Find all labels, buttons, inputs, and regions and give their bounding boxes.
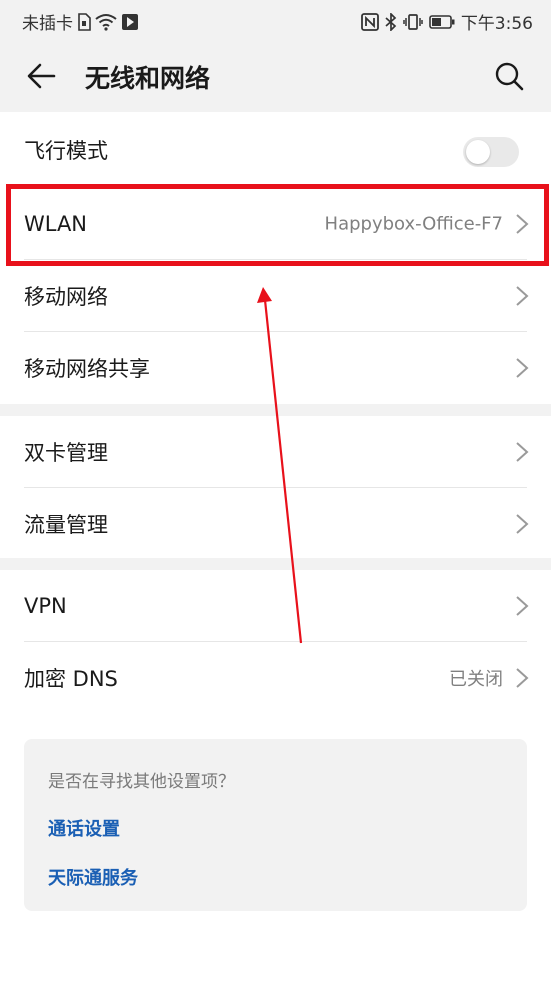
status-bar: 未插卡 下午3:56: [0, 0, 551, 40]
skytone-service-link[interactable]: 天际通服务: [48, 864, 138, 890]
bluetooth-icon: [385, 12, 397, 31]
data-usage-row[interactable]: 流量管理: [0, 488, 551, 560]
airplane-mode-label: 飞行模式: [24, 139, 108, 163]
battery-icon: [429, 14, 455, 29]
wifi-icon: [95, 13, 117, 31]
back-arrow-icon: [27, 63, 56, 89]
clock-text: 下午3:56: [460, 14, 533, 34]
call-settings-link[interactable]: 通话设置: [48, 815, 120, 841]
private-dns-status: 已关闭: [449, 669, 503, 690]
tethering-row[interactable]: 移动网络共享: [0, 332, 551, 404]
sim-card-icon: [77, 12, 91, 31]
vpn-row[interactable]: VPN: [0, 570, 551, 642]
app-bar: 无线和网络: [0, 40, 551, 112]
vpn-label: VPN: [24, 594, 67, 618]
search-icon: [495, 62, 524, 91]
status-bar-right: 下午3:56: [360, 9, 533, 34]
suggestions-prompt: 是否在寻找其他设置项？: [48, 772, 235, 792]
back-button[interactable]: [24, 58, 60, 94]
private-dns-row[interactable]: 加密 DNS 已关闭: [0, 642, 551, 714]
chevron-right-icon: [516, 668, 529, 688]
airplane-mode-toggle[interactable]: [463, 137, 519, 167]
tethering-label: 移动网络共享: [24, 357, 150, 381]
vibrate-icon: [403, 13, 423, 31]
wlan-highlight-box: [6, 184, 549, 266]
mobile-network-label: 移动网络: [24, 285, 108, 309]
page-title: 无线和网络: [85, 64, 211, 93]
private-dns-label: 加密 DNS: [24, 667, 118, 691]
notification-icon: [121, 13, 139, 31]
mobile-network-row[interactable]: 移动网络: [0, 260, 551, 332]
suggestions-card: 是否在寻找其他设置项？ 通话设置 天际通服务: [24, 739, 527, 911]
dual-sim-row[interactable]: 双卡管理: [0, 416, 551, 488]
chevron-right-icon: [516, 358, 529, 378]
chevron-right-icon: [516, 286, 529, 306]
chevron-right-icon: [516, 442, 529, 462]
search-button[interactable]: [491, 58, 527, 94]
carrier-text: 未插卡: [22, 14, 73, 34]
section-separator: [0, 558, 551, 570]
dual-sim-label: 双卡管理: [24, 441, 108, 465]
status-bar-left: 未插卡: [22, 9, 139, 34]
chevron-right-icon: [516, 514, 529, 534]
nfc-icon: [360, 12, 379, 31]
airplane-mode-row[interactable]: 飞行模式: [0, 114, 551, 186]
section-separator: [0, 404, 551, 416]
data-usage-label: 流量管理: [24, 513, 108, 537]
toggle-knob: [466, 140, 490, 164]
chevron-right-icon: [516, 596, 529, 616]
